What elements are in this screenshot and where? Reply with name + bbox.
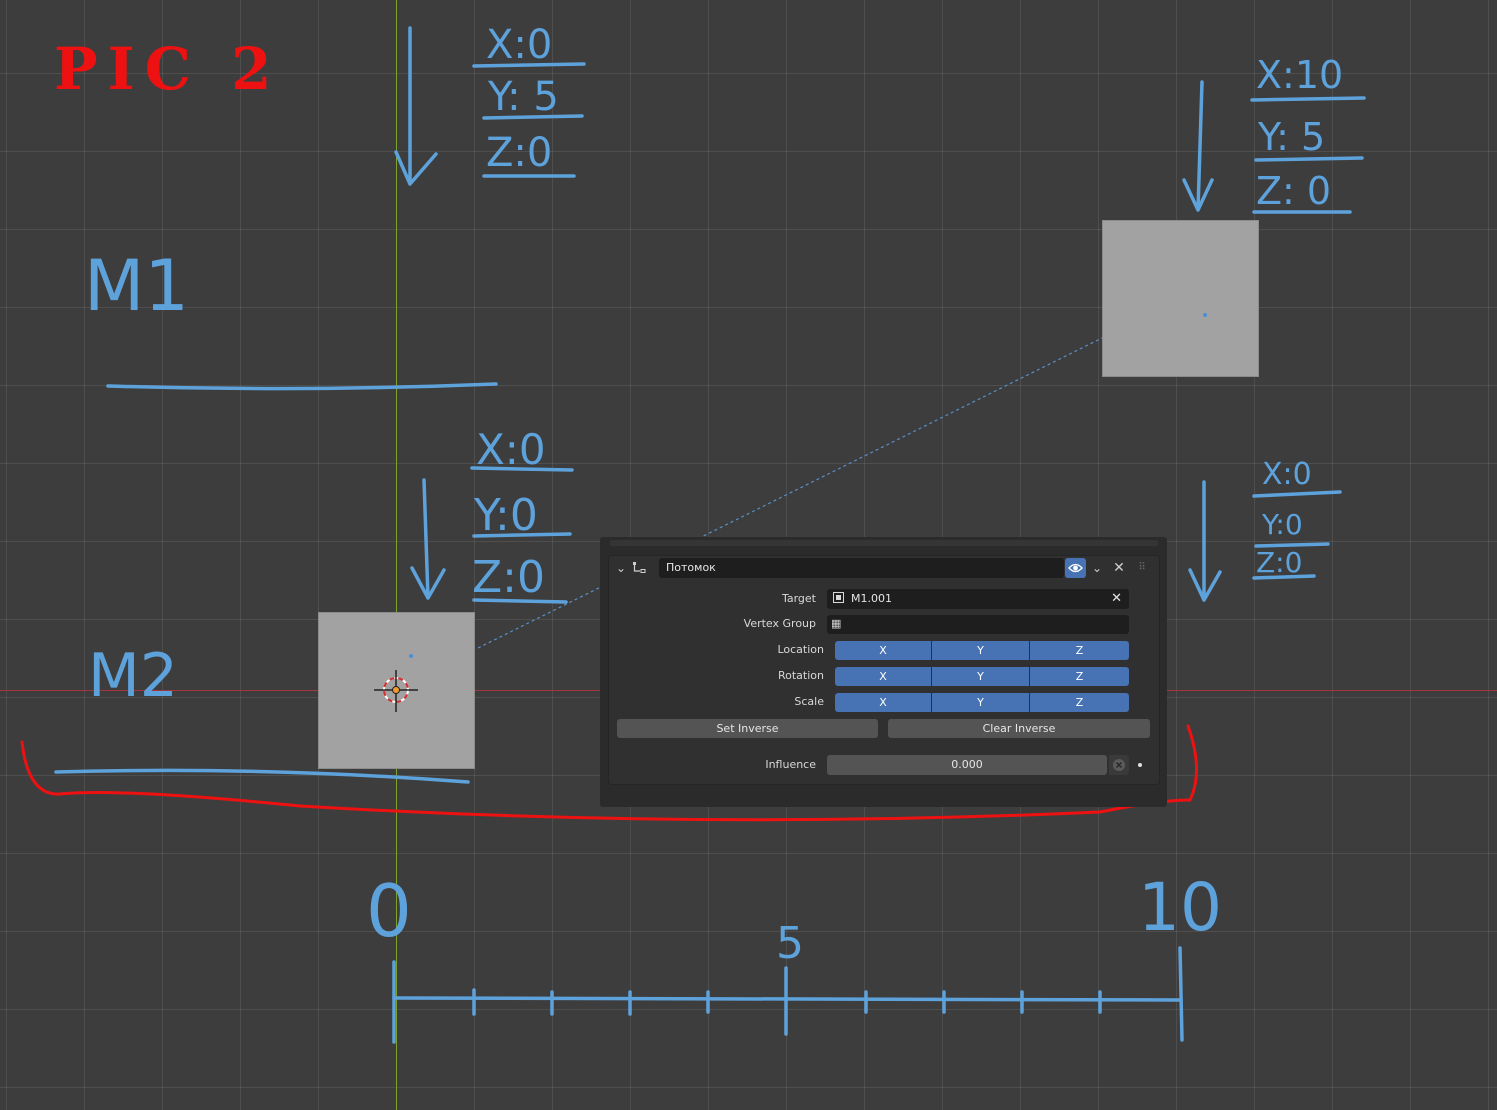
m2-coord-x: X:0: [476, 425, 546, 474]
bottom-coord-z: Z:0: [1256, 546, 1302, 579]
delete-constraint-icon[interactable]: ✕: [1111, 561, 1127, 575]
m2-underline: [54, 768, 470, 784]
scale-label-5: 5: [776, 918, 804, 969]
scale-label: Scale: [794, 695, 824, 708]
panel-header-strip: [610, 540, 1158, 546]
m1-coord-y: Y: 5: [487, 74, 559, 120]
constraint-name-field[interactable]: Потомок: [659, 558, 1064, 578]
location-label: Location: [777, 643, 824, 656]
target-field[interactable]: M1.001 ✕: [827, 589, 1129, 609]
target-value: M1.001: [851, 592, 892, 605]
arrow-target-top: [1182, 80, 1214, 212]
visibility-eye-icon[interactable]: [1065, 558, 1086, 578]
clear-inverse-button[interactable]: Clear Inverse: [888, 719, 1150, 738]
bottom-coord-x: X:0: [1262, 457, 1312, 492]
disable-keep-transform-button[interactable]: [1109, 755, 1129, 775]
arrow-target-bottom: [1188, 480, 1222, 602]
location-y-toggle[interactable]: Y: [932, 641, 1029, 660]
rotation-x-toggle[interactable]: X: [835, 667, 931, 686]
rotation-label: Rotation: [777, 669, 824, 682]
target-label: Target: [781, 592, 816, 605]
m1-label: M1: [84, 245, 189, 327]
m1-underline: [106, 382, 498, 391]
m2-label: M2: [88, 641, 178, 711]
3d-cursor-icon: [374, 670, 418, 712]
object-icon: [833, 592, 844, 603]
m1-coord-z: Z:0: [486, 130, 552, 176]
clear-target-icon[interactable]: ✕: [1111, 589, 1122, 609]
scale-label-0: 0: [366, 869, 412, 953]
top-coord-y: Y: 5: [1257, 115, 1325, 159]
m2-coord-z: Z:0: [472, 552, 545, 603]
pic-title: PIC 2: [54, 35, 282, 103]
collapse-chevron-icon[interactable]: ⌄: [614, 561, 628, 575]
influence-label: Influence: [765, 758, 816, 771]
location-z-toggle[interactable]: Z: [1030, 641, 1129, 660]
set-inverse-button[interactable]: Set Inverse: [617, 719, 878, 738]
m2-coord-y: Y:0: [473, 490, 538, 541]
scale-y-toggle[interactable]: Y: [932, 693, 1029, 712]
m1-coord-x: X:0: [486, 22, 552, 68]
bottom-coord-y: Y:0: [1261, 508, 1303, 541]
influence-slider[interactable]: 0.000: [827, 755, 1107, 775]
keyframe-dot-icon[interactable]: [1138, 763, 1142, 767]
dropdown-chevron-icon[interactable]: ⌄: [1089, 561, 1105, 575]
vertex-group-label: Vertex Group: [743, 617, 816, 630]
top-coord-z: Z: 0: [1256, 169, 1331, 213]
arrow-m2: [410, 478, 446, 600]
location-x-toggle[interactable]: X: [835, 641, 931, 660]
vertex-group-field[interactable]: ▦: [827, 615, 1129, 634]
scale-label-10: 10: [1138, 869, 1222, 946]
child-of-constraint-icon: [630, 561, 648, 578]
rotation-z-toggle[interactable]: Z: [1030, 667, 1129, 686]
top-coord-x: X:10: [1256, 53, 1343, 97]
vertex-group-icon: ▦: [831, 617, 842, 630]
drag-handle-icon[interactable]: ⠿: [1134, 561, 1150, 575]
scale-x-toggle[interactable]: X: [835, 693, 931, 712]
rotation-y-toggle[interactable]: Y: [932, 667, 1029, 686]
arrow-m1: [394, 26, 438, 186]
scale-z-toggle[interactable]: Z: [1030, 693, 1129, 712]
